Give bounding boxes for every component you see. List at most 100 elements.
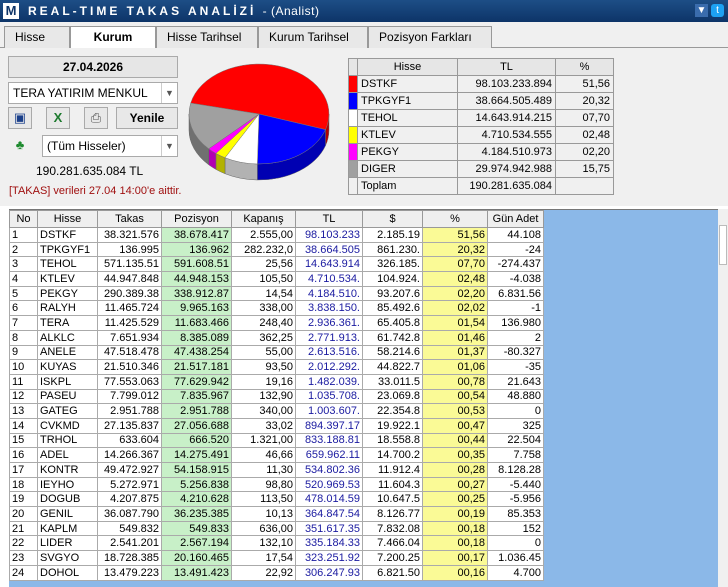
broker-select[interactable]: TERA YATIRIM MENKUL ▼ [8, 82, 178, 104]
column-header-2[interactable]: Takas [97, 210, 162, 228]
table-row[interactable]: 22 LIDER 2.541.201 2.567.194 132,10 335.184.3… [9, 535, 544, 552]
chevron-down-icon[interactable]: ▼ [161, 136, 177, 156]
tab-bar: Hisse Kurum Hisse Tarihsel Kurum Tarihse… [0, 22, 728, 49]
table-row[interactable]: 2 TPKGYF1 136.995 136.962 282.232,0 38.664.50… [9, 241, 544, 258]
table-row[interactable]: 5 PEKGY 290.389.38 338.912.87 14,54 4.184.510… [9, 285, 544, 302]
row-takas: 21.510.346 [97, 359, 162, 375]
print-icon[interactable]: ⎙ [84, 107, 108, 129]
scrollbar-thumb[interactable] [719, 225, 727, 265]
row-tl: 364.847.54 [295, 506, 363, 522]
row-kapanis: 132,10 [231, 535, 296, 552]
row-gun-adet: 1.036.45 [487, 550, 544, 566]
twitter-icon[interactable]: t [711, 4, 724, 17]
table-row[interactable]: 3 TEHOL 571.135.51 591.608.51 25,56 14.643.91… [9, 256, 544, 273]
table-row[interactable]: 18 IEYHO 5.272.971 5.256.838 98,80 520.969.53… [9, 476, 544, 493]
row-pct: 00,47 [422, 417, 488, 434]
row-dollar: 11.604.3 [362, 476, 423, 493]
table-row[interactable]: 8 ALKLC 7.651.934 8.385.089 362,25 2.771.913.… [9, 329, 544, 346]
table-row[interactable]: 9 ANELE 47.518.478 47.438.254 55,00 2.613.516… [9, 344, 544, 361]
row-pozisyon: 14.275.491 [161, 447, 232, 463]
row-pozisyon: 7.835.967 [161, 388, 232, 405]
row-dollar: 23.069.8 [362, 388, 423, 405]
table-row[interactable]: 19 DOGUB 4.207.875 4.210.628 113,50 478.014.5… [9, 491, 544, 508]
tab-hisse-tarihsel[interactable]: Hisse Tarihsel [156, 26, 258, 48]
table-row[interactable]: 17 KONTR 49.472.927 54.158.915 11,30 534.802.… [9, 462, 544, 478]
column-header-0[interactable]: No [9, 210, 38, 228]
legend-pct: 07,70 [555, 109, 614, 127]
legend-row: TEHOL 14.643.914.215 07,70 [348, 109, 614, 127]
row-pct: 00,28 [422, 462, 488, 478]
row-dollar: 33.011.5 [362, 373, 423, 390]
row-pozisyon: 38.678.417 [161, 227, 232, 243]
row-dollar: 14.700.2 [362, 447, 423, 463]
row-tl: 1.035.708. [295, 388, 363, 405]
table-row[interactable]: 13 GATEG 2.951.788 2.951.788 340,00 1.003.607… [9, 403, 544, 419]
row-gun-adet: 0 [487, 535, 544, 552]
table-row[interactable]: 23 SVGYO 18.728.385 20.160.465 17,54 323.251.… [9, 550, 544, 566]
row-gun-adet: 2 [487, 329, 544, 346]
row-kapanis: 340,00 [231, 403, 296, 419]
row-takas: 18.728.385 [97, 550, 162, 566]
column-header-5[interactable]: TL [295, 210, 363, 228]
table-row[interactable]: 1 DSTKF 38.321.576 38.678.417 2.555,00 98.103… [9, 227, 544, 243]
row-pct: 01,37 [422, 344, 488, 361]
table-row[interactable]: 11 ISKPL 77.553.063 77.629.942 19,16 1.482.03… [9, 373, 544, 390]
row-kapanis: 1.321,00 [231, 432, 296, 449]
row-kapanis: 11,30 [231, 462, 296, 478]
table-row[interactable]: 7 TERA 11.425.529 11.683.466 248,40 2.936.361… [9, 315, 544, 331]
row-kapanis: 282.232,0 [231, 241, 296, 258]
row-no: 20 [9, 506, 38, 522]
row-pct: 00,19 [422, 506, 488, 522]
legend-row: TPKGYF1 38.664.505.489 20,32 [348, 92, 614, 110]
column-header-7[interactable]: % [422, 210, 488, 228]
table-row[interactable]: 10 KUYAS 21.510.346 21.517.181 93,50 2.012.29… [9, 359, 544, 375]
table-row[interactable]: 6 RALYH 11.465.724 9.965.163 338,00 3.838.150… [9, 300, 544, 317]
column-header-4[interactable]: Kapanış [231, 210, 296, 228]
column-header-3[interactable]: Pozisyon [161, 210, 232, 228]
table-row[interactable]: 20 GENIL 36.087.790 36.235.385 10,13 364.847.… [9, 506, 544, 522]
table-row[interactable]: 14 CVKMD 27.135.837 27.056.688 33,02 894.397.… [9, 417, 544, 434]
legend-total-label: Toplam [357, 177, 458, 195]
row-pct: 01,46 [422, 329, 488, 346]
row-tl: 2.771.913. [295, 329, 363, 346]
refresh-button[interactable]: Yenile [116, 107, 178, 129]
dropdown-icon[interactable]: ▼ [695, 4, 708, 17]
table-row[interactable]: 4 KTLEV 44.947.848 44.948.153 105,50 4.710.53… [9, 271, 544, 287]
column-header-1[interactable]: Hisse [37, 210, 98, 228]
table-row[interactable]: 21 KAPLM 549.832 549.833 636,00 351.617.35 7.8… [9, 520, 544, 537]
row-gun-adet: -24 [487, 241, 544, 258]
legend-name: TEHOL [357, 109, 458, 127]
app-logo: M [3, 3, 19, 19]
table-row[interactable]: 24 DOHOL 13.479.223 13.491.423 22,92 306.247.… [9, 564, 544, 581]
excel-icon[interactable]: X [46, 107, 70, 129]
table-row[interactable]: 12 PASEU 7.799.012 7.835.967 132,90 1.035.708… [9, 388, 544, 405]
vertical-scrollbar[interactable] [718, 209, 728, 587]
row-hisse: TRHOL [37, 432, 98, 449]
row-tl: 2.936.361. [295, 315, 363, 331]
save-icon[interactable]: ▣ [8, 107, 32, 129]
legend-header-hisse: Hisse [357, 58, 458, 76]
row-takas: 11.465.724 [97, 300, 162, 317]
tab-kurum-tarihsel[interactable]: Kurum Tarihsel [258, 26, 368, 48]
legend-tl: 29.974.942.988 [457, 160, 556, 178]
filter-select-value: (Tüm Hisseler) [47, 139, 126, 153]
chevron-down-icon[interactable]: ▼ [161, 83, 177, 103]
tab-hisse[interactable]: Hisse [4, 26, 70, 48]
legend-swatch [348, 126, 358, 144]
row-no: 21 [9, 520, 38, 537]
column-header-8[interactable]: Gün Adet [487, 210, 544, 228]
row-pozisyon: 549.833 [161, 520, 232, 537]
table-row[interactable]: 15 TRHOL 633.604 666.520 1.321,00 833.188.81 1… [9, 432, 544, 449]
row-takas: 77.553.063 [97, 373, 162, 390]
filter-select[interactable]: (Tüm Hisseler) ▼ [42, 135, 178, 157]
table-row[interactable]: 16 ADEL 14.266.367 14.275.491 46,66 659.962.1… [9, 447, 544, 463]
date-field[interactable]: 27.04.2026 [8, 56, 178, 78]
row-no: 3 [9, 256, 38, 273]
holdings-grid[interactable]: No Hisse Takas Pozisyon Kapanış TL $% Gün Adet … [9, 209, 728, 587]
row-no: 7 [9, 315, 38, 331]
tab-kurum[interactable]: Kurum [70, 26, 156, 49]
row-no: 8 [9, 329, 38, 346]
column-header-6[interactable]: $ [362, 210, 423, 228]
row-kapanis: 93,50 [231, 359, 296, 375]
tab-pozisyon-farklari[interactable]: Pozisyon Farkları [368, 26, 492, 48]
